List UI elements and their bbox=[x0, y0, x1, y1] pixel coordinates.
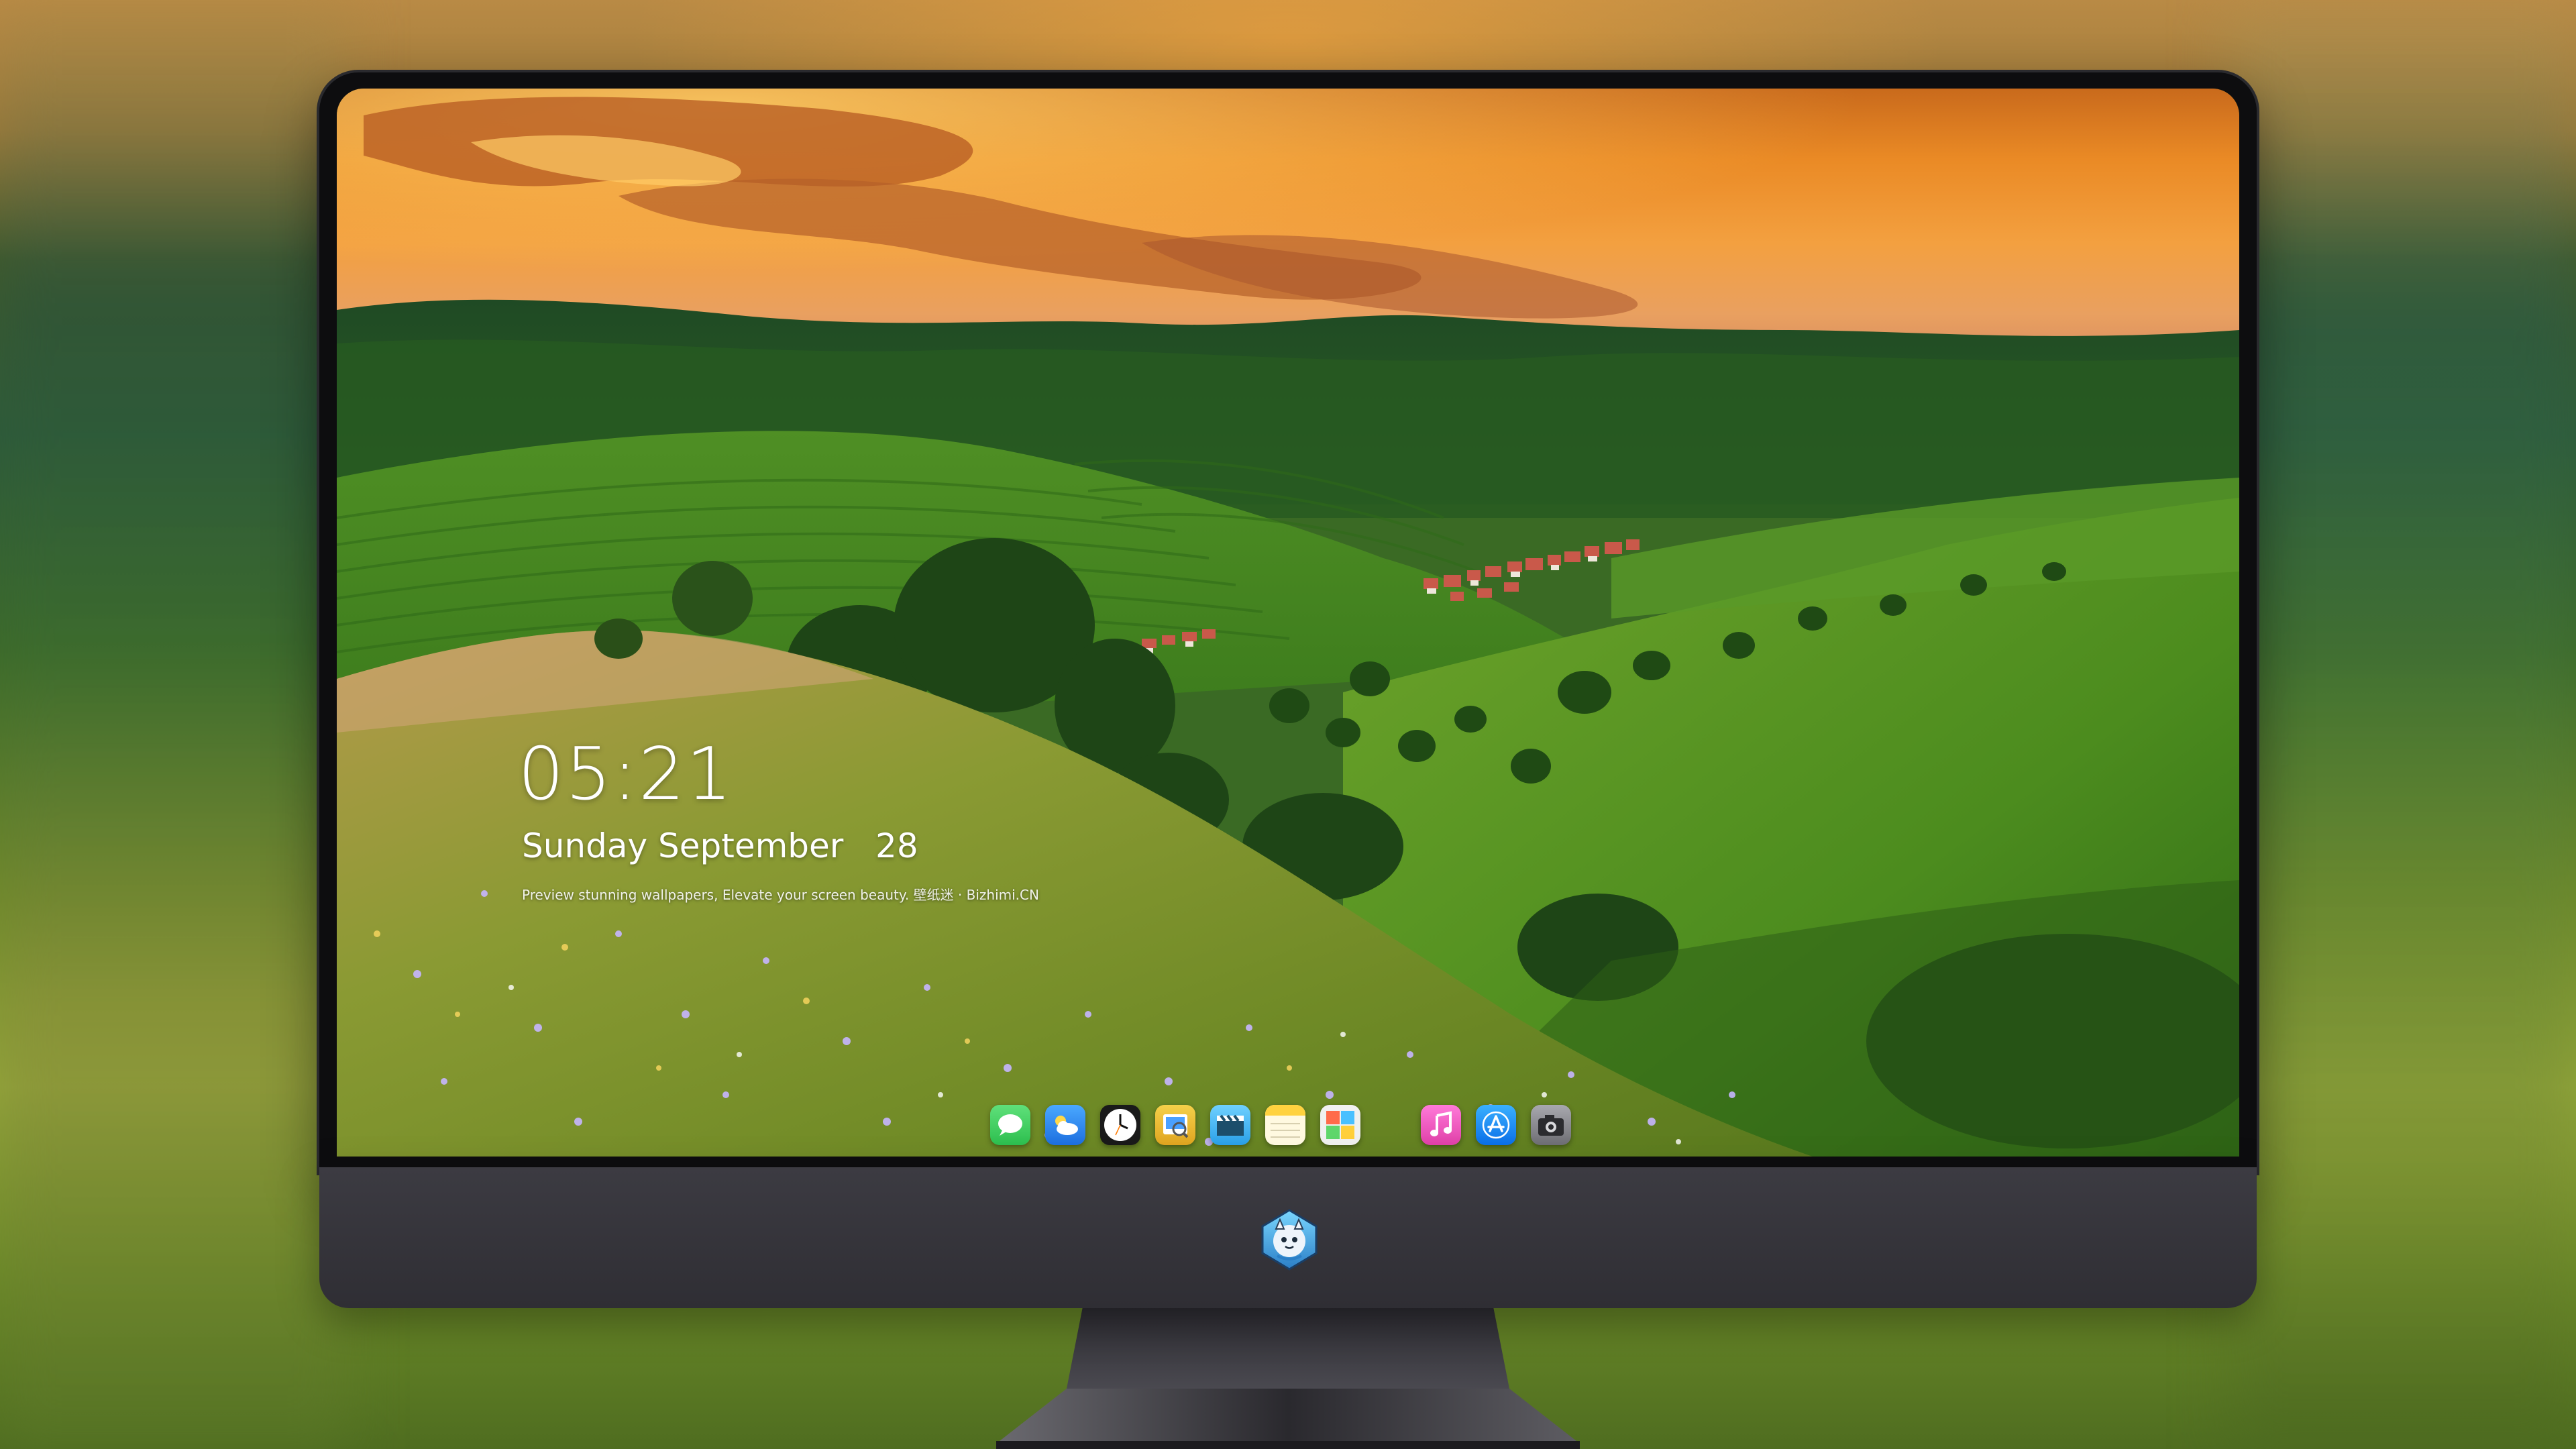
monitor-bezel: 05:21 Sunday September 28 Preview stunni… bbox=[319, 72, 2257, 1173]
background-blur-left bbox=[0, 0, 349, 1449]
app-store-icon[interactable] bbox=[1476, 1105, 1516, 1145]
monitor-chin bbox=[319, 1167, 2257, 1308]
lockscreen-date: Sunday September 28 bbox=[522, 826, 918, 865]
monitor: 05:21 Sunday September 28 Preview stunni… bbox=[319, 72, 2257, 1308]
screen: 05:21 Sunday September 28 Preview stunni… bbox=[337, 89, 2239, 1157]
lockscreen-time: 05:21 bbox=[518, 733, 734, 816]
wallpaper bbox=[337, 89, 2239, 1157]
camera-icon[interactable] bbox=[1531, 1105, 1571, 1145]
clock-icon[interactable] bbox=[1100, 1105, 1140, 1145]
clapperboard-icon[interactable] bbox=[1210, 1105, 1250, 1145]
lockscreen-tagline: Preview stunning wallpapers, Elevate you… bbox=[522, 887, 1039, 903]
messages-icon[interactable] bbox=[990, 1105, 1030, 1145]
background-blur-right bbox=[2227, 0, 2576, 1449]
music-icon[interactable] bbox=[1421, 1105, 1461, 1145]
photo-booth-icon[interactable] bbox=[1320, 1105, 1360, 1145]
dock bbox=[990, 1098, 1571, 1152]
notes-icon[interactable] bbox=[1265, 1105, 1305, 1145]
preview-icon[interactable] bbox=[1155, 1105, 1195, 1145]
weather-icon[interactable] bbox=[1045, 1105, 1085, 1145]
mascot-logo-icon bbox=[1261, 1209, 1318, 1271]
